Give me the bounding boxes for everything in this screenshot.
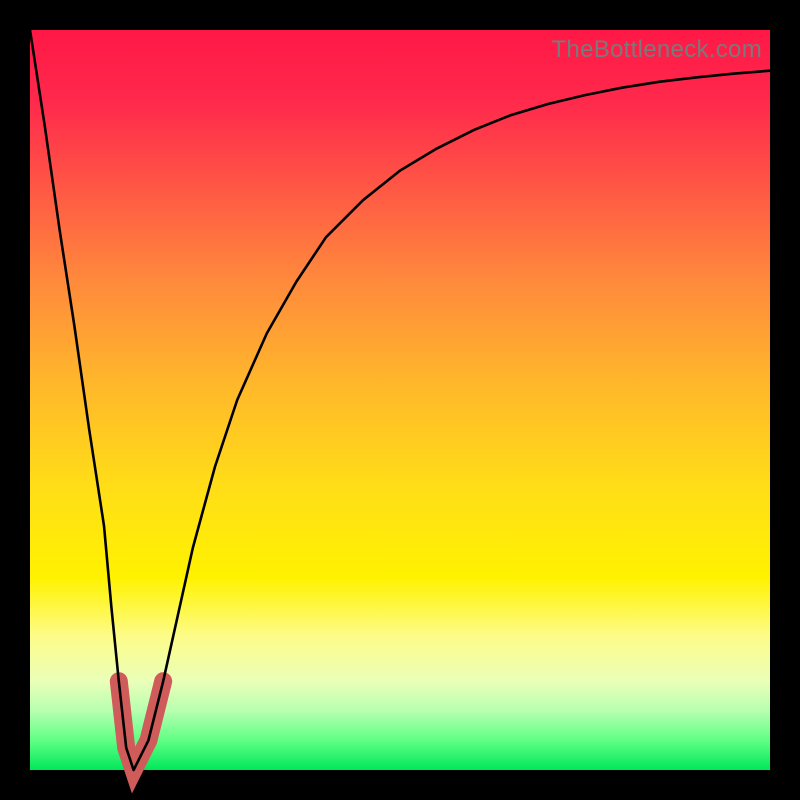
gradient-plot-area: TheBottleneck.com — [30, 30, 770, 770]
chart-frame: TheBottleneck.com — [0, 0, 800, 800]
bottleneck-curve — [30, 30, 770, 770]
curve-layer — [30, 30, 770, 770]
